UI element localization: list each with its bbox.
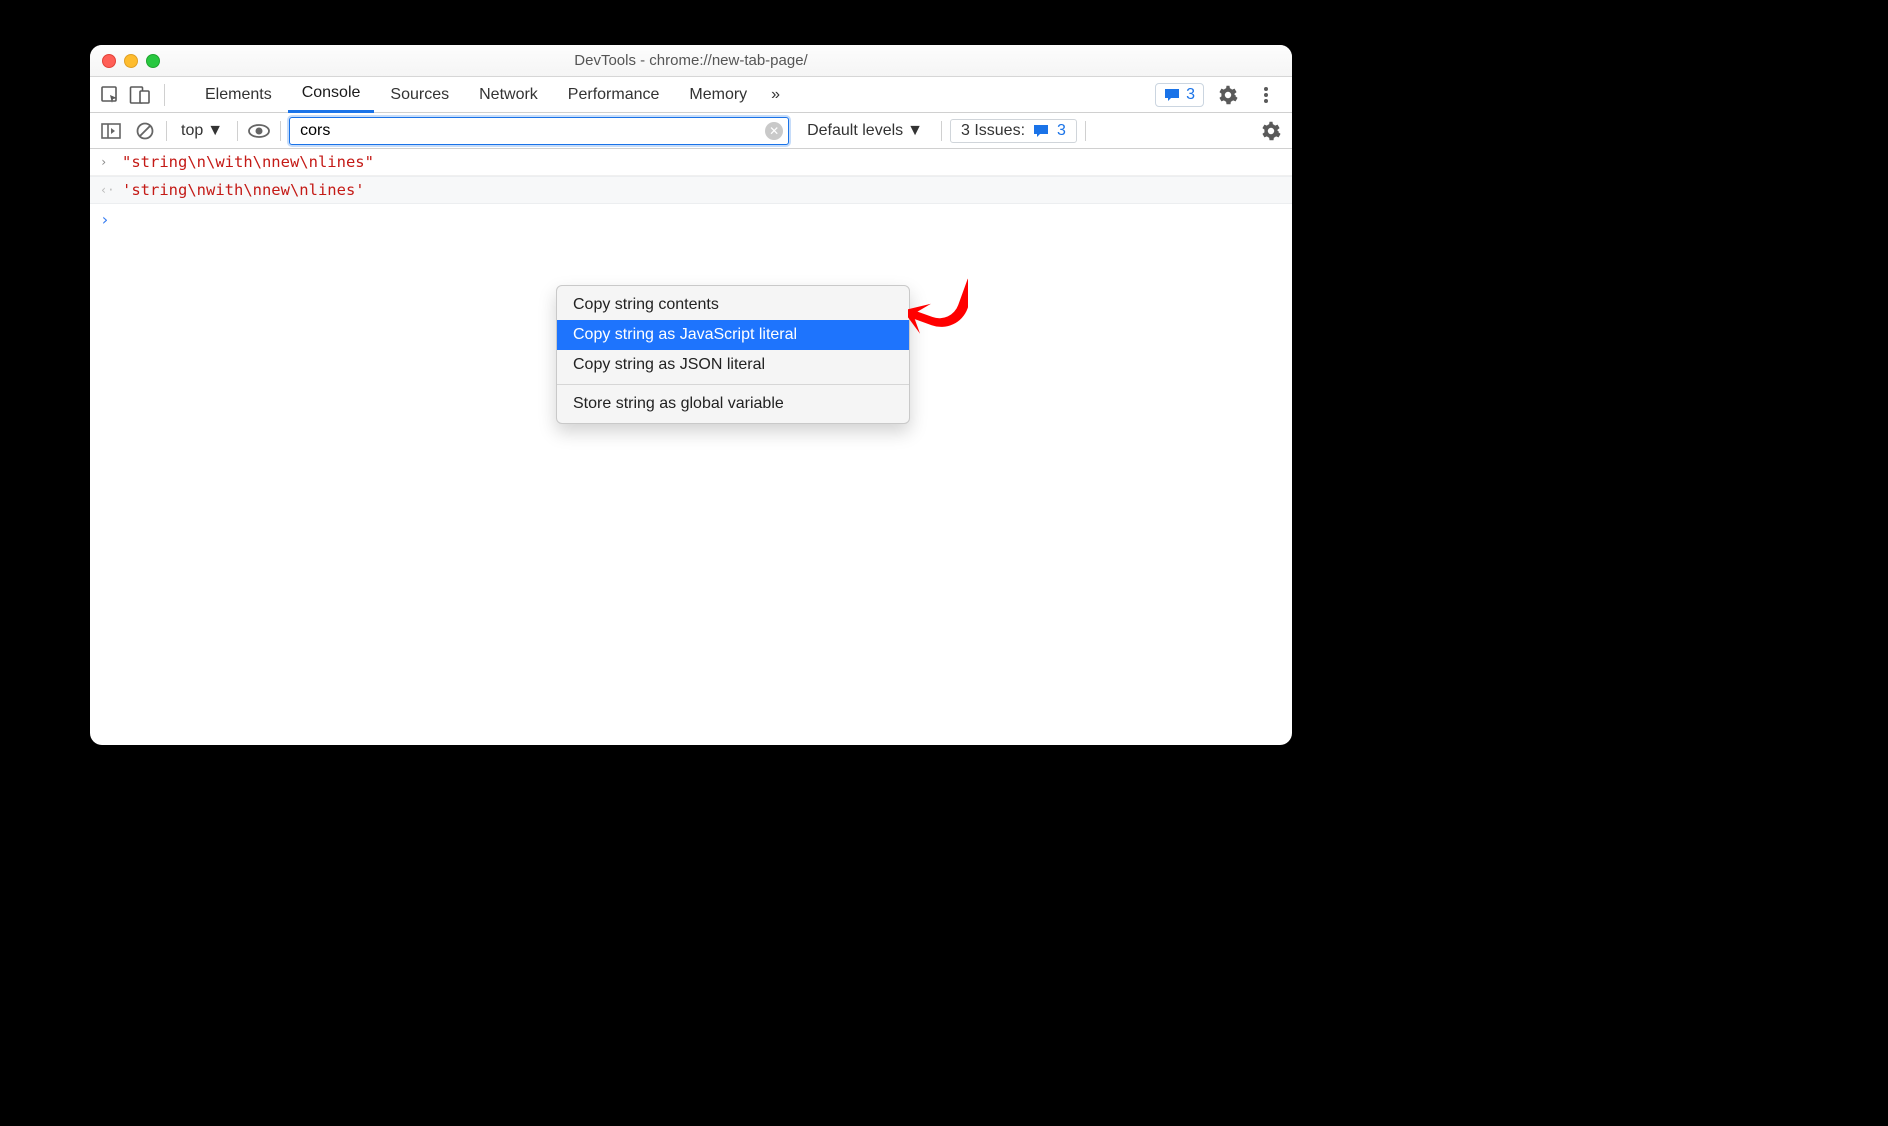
- settings-gear-icon[interactable]: [1214, 81, 1242, 109]
- menu-copy-string-js-literal[interactable]: Copy string as JavaScript literal: [557, 320, 909, 350]
- menu-copy-string-json-literal[interactable]: Copy string as JSON literal: [557, 350, 909, 380]
- console-output-row[interactable]: ‹· 'string\nwith\nnew\nlines': [90, 176, 1292, 204]
- levels-label: Default levels: [807, 122, 903, 140]
- device-toggle-icon[interactable]: [126, 81, 154, 109]
- clear-console-icon[interactable]: [132, 118, 158, 144]
- menu-copy-string-contents[interactable]: Copy string contents: [557, 290, 909, 320]
- tab-elements[interactable]: Elements: [191, 77, 286, 113]
- console-text: "string\n\with\nnew\nlines": [122, 153, 374, 171]
- inspect-icon[interactable]: [96, 81, 124, 109]
- tab-overflow[interactable]: »: [763, 77, 788, 113]
- annotation-arrow-icon: [908, 270, 968, 335]
- messages-indicator[interactable]: 3: [1155, 83, 1204, 107]
- live-expression-icon[interactable]: [246, 118, 272, 144]
- console-input-row[interactable]: › "string\n\with\nnew\nlines": [90, 149, 1292, 176]
- devtools-window: DevTools - chrome://new-tab-page/ Elemen…: [90, 45, 1292, 745]
- tab-console[interactable]: Console: [288, 77, 375, 113]
- context-selector[interactable]: top ▼: [175, 122, 229, 140]
- console-body: › "string\n\with\nnew\nlines" ‹· 'string…: [90, 149, 1292, 745]
- tab-network[interactable]: Network: [465, 77, 552, 113]
- tab-sources[interactable]: Sources: [376, 77, 463, 113]
- context-label: top: [181, 122, 203, 140]
- console-prompt[interactable]: ›: [90, 204, 1292, 235]
- chevron-down-icon: ▼: [907, 122, 923, 140]
- clear-filter-icon[interactable]: ✕: [765, 122, 783, 140]
- divider: [280, 121, 281, 141]
- return-icon: ‹·: [100, 183, 116, 197]
- context-menu: Copy string contents Copy string as Java…: [556, 285, 910, 424]
- tab-memory[interactable]: Memory: [675, 77, 761, 113]
- sidebar-toggle-icon[interactable]: [98, 118, 124, 144]
- divider: [166, 121, 167, 141]
- filter-input[interactable]: [289, 117, 789, 145]
- chevron-down-icon: ▼: [207, 122, 223, 140]
- messages-count: 3: [1186, 86, 1195, 104]
- filter-wrap: ✕: [289, 117, 789, 145]
- tab-performance[interactable]: Performance: [554, 77, 674, 113]
- divider: [1085, 121, 1086, 141]
- issues-label: 3 Issues:: [961, 122, 1025, 140]
- divider: [164, 84, 165, 106]
- log-levels-selector[interactable]: Default levels ▼: [797, 122, 933, 140]
- expand-icon[interactable]: ›: [100, 155, 116, 169]
- menu-store-global[interactable]: Store string as global variable: [557, 389, 909, 419]
- divider: [237, 121, 238, 141]
- more-menu-icon[interactable]: [1252, 81, 1280, 109]
- tab-bar: Elements Console Sources Network Perform…: [90, 77, 1292, 113]
- issues-count: 3: [1057, 122, 1066, 140]
- panel-tabs: Elements Console Sources Network Perform…: [191, 77, 788, 113]
- console-toolbar: top ▼ ✕ Default levels ▼ 3 Issues: 3: [90, 113, 1292, 149]
- console-settings-gear-icon[interactable]: [1258, 118, 1284, 144]
- console-text: 'string\nwith\nnew\nlines': [122, 181, 365, 199]
- issues-button[interactable]: 3 Issues: 3: [950, 119, 1077, 143]
- window-title: DevTools - chrome://new-tab-page/: [90, 52, 1292, 69]
- menu-separator: [557, 384, 909, 385]
- divider: [941, 121, 942, 141]
- titlebar: DevTools - chrome://new-tab-page/: [90, 45, 1292, 77]
